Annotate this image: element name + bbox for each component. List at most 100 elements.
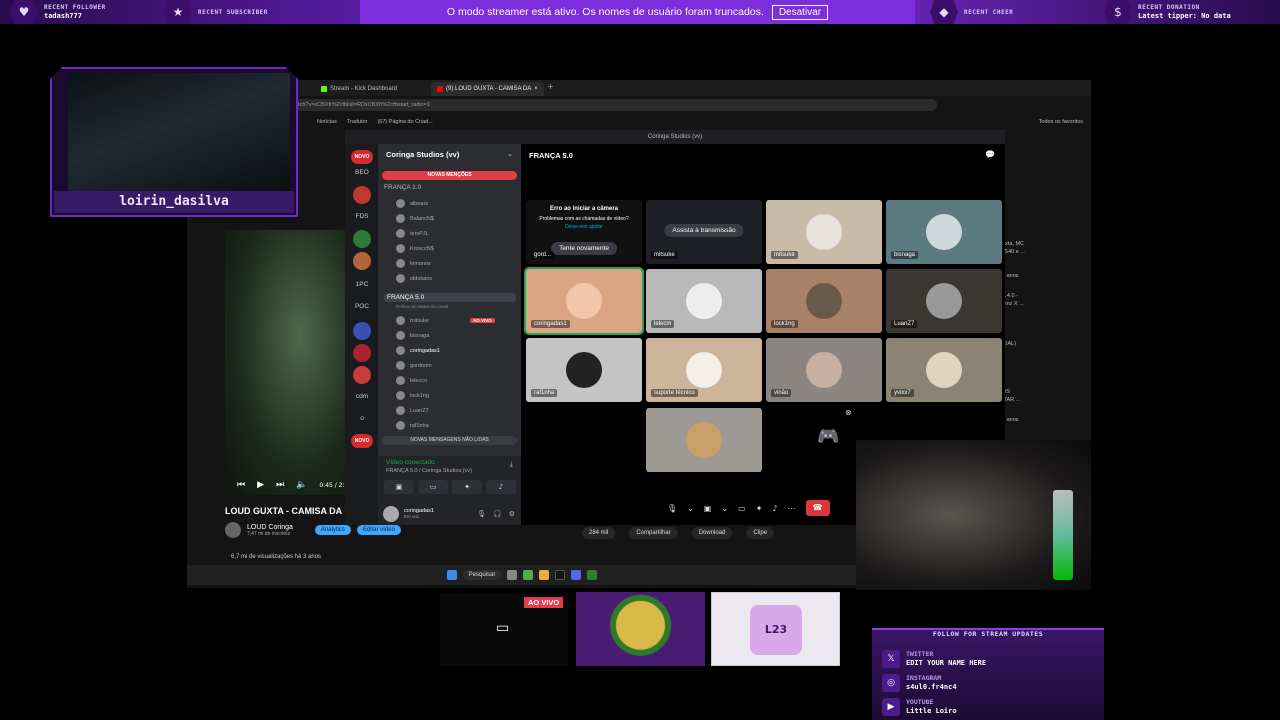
chrome-icon[interactable] — [523, 570, 534, 580]
share-button[interactable]: Compartilhar — [629, 527, 678, 539]
server-icon[interactable] — [353, 230, 371, 248]
chevron-down-icon[interactable]: ⌄ — [507, 150, 513, 158]
like-button[interactable]: 284 mil — [582, 527, 616, 539]
microphone-icon[interactable]: 🎙 — [477, 510, 486, 518]
soundboard-icon[interactable]: ♪ — [486, 480, 516, 494]
server-novo-badge[interactable]: NOVO — [351, 434, 373, 448]
new-messages-pill[interactable]: NOVAS MENSAGENS NÃO LIDAS — [382, 436, 517, 445]
watch-stream-button[interactable]: Assista à transmissão — [664, 224, 744, 237]
voice-member[interactable]: raf1nha — [396, 421, 429, 430]
voice-member[interactable]: gordoom — [396, 361, 432, 370]
all-favorites[interactable]: Todos os favoritos — [1039, 119, 1083, 125]
rec-text[interactable]: mnz X ... — [1002, 300, 1024, 308]
voice-connected-status[interactable]: Vídeo conectado — [386, 459, 435, 466]
download-button[interactable]: Download — [691, 527, 733, 539]
screen-share-icon[interactable]: ▭ — [418, 480, 448, 494]
voice-member[interactable]: mitsuke AO VIVO — [396, 316, 495, 325]
voice-member[interactable]: lelecco — [396, 376, 427, 385]
activity-icon[interactable]: ✦ — [756, 504, 763, 513]
activity-icon[interactable]: ✦ — [452, 480, 482, 494]
voice-channel-franca-5[interactable]: FRANÇA 5.0 — [384, 293, 516, 302]
xbox-icon[interactable] — [587, 570, 598, 580]
video-tile-stream[interactable]: Assista à transmissão mitsuke — [646, 200, 762, 264]
discord-icon[interactable] — [571, 570, 582, 580]
retry-button[interactable]: Tente novamente — [551, 242, 617, 255]
volume-icon[interactable]: 🔈 — [296, 480, 307, 490]
video-tile[interactable]: raf1nha — [526, 338, 642, 402]
server-icon[interactable] — [353, 186, 371, 204]
camera-off-icon[interactable]: ▣ — [384, 480, 414, 494]
tiktok-icon[interactable] — [555, 570, 566, 580]
voice-member[interactable]: LuanZ7 — [396, 406, 429, 415]
server-o[interactable]: o — [351, 412, 373, 426]
server-beo[interactable]: BEO — [351, 166, 373, 180]
chevron-down-icon[interactable]: ⌄ — [721, 504, 728, 513]
rec-text[interactable]: 8540 e ... — [1002, 248, 1025, 256]
server-icon[interactable] — [353, 322, 371, 340]
screen-share-icon[interactable]: ▭ — [738, 504, 746, 513]
rec-text[interactable]: uxta, MC — [1002, 240, 1024, 248]
microphone-icon[interactable]: 🎙 — [667, 504, 677, 513]
server-poc[interactable]: POC — [351, 300, 373, 314]
video-tile[interactable]: lelecm — [646, 269, 762, 333]
voice-member[interactable]: lemonns — [396, 259, 431, 268]
bookmark-noticias[interactable]: Notícias — [317, 119, 337, 125]
voice-member[interactable]: lock1ng — [396, 391, 429, 400]
play-icon[interactable]: ▶ — [257, 480, 264, 490]
server-cdm[interactable]: cdm — [351, 390, 373, 404]
camera-error-link[interactable]: Deixe-nos ajudar — [526, 224, 642, 230]
analytics-button[interactable]: Analytics — [314, 525, 351, 535]
voice-member[interactable]: KrosccN$ — [396, 244, 434, 253]
voice-member[interactable]: coringadas1 — [396, 346, 440, 355]
next-icon[interactable]: ⏭ — [276, 480, 284, 490]
close-tab-icon[interactable]: × — [534, 86, 538, 92]
gear-icon[interactable]: ⚙ — [509, 510, 515, 518]
server-name[interactable]: Coringa Studios (vv) — [386, 150, 459, 159]
folder-icon[interactable] — [539, 570, 550, 580]
edit-video-button[interactable]: Editar vídeo — [356, 525, 401, 535]
clip-button[interactable]: Clipe — [746, 527, 775, 539]
disable-streamer-mode-button[interactable]: Desativar — [771, 4, 829, 20]
voice-channel-franca-1[interactable]: FRANÇA 1.0 — [384, 184, 421, 191]
server-icon[interactable] — [353, 366, 371, 384]
server-1pc[interactable]: 1PC — [351, 278, 373, 292]
video-tile[interactable]: LuanZ7 — [886, 269, 1002, 333]
voice-member[interactable]: oldokaos — [396, 274, 432, 283]
video-tile-camera-error[interactable]: Erro ao iniciar a câmera Problemas com a… — [526, 200, 642, 264]
video-tile-speaking[interactable]: coringadas1 — [524, 267, 644, 335]
server-icon[interactable] — [353, 252, 371, 270]
tab-kick-dashboard[interactable]: Stream - Kick Dashboard — [315, 82, 403, 96]
server-fds[interactable]: FDS — [351, 210, 373, 224]
previous-icon[interactable]: ⏮ — [237, 480, 245, 490]
channel-status[interactable]: Defina um status do canal — [396, 304, 448, 309]
voice-member[interactable]: bisnaga — [396, 331, 429, 340]
user-avatar[interactable] — [383, 505, 399, 522]
chat-icon[interactable]: 💬 — [985, 150, 995, 159]
voice-member[interactable]: BalancN$ — [396, 214, 434, 223]
bookmark-pagina-criador[interactable]: (67) Página do Criad... — [377, 119, 432, 125]
task-view-icon[interactable] — [507, 570, 518, 580]
soundboard-icon[interactable]: ♪ — [772, 504, 777, 513]
tab-youtube-video[interactable]: (9) LOUD GUXTA - CAMISA DA × — [431, 82, 544, 96]
address-bar[interactable]: atch?v=xCBXfr%2cfblist=RDxCBXfr%2cfbstar… — [287, 99, 937, 111]
headphones-icon[interactable]: 🎧 — [493, 510, 502, 518]
camera-off-icon[interactable]: ▣ — [704, 504, 712, 513]
taskbar-search[interactable]: Pesquisar — [462, 570, 502, 580]
video-tile[interactable]: yvixx7 — [886, 338, 1002, 402]
windows-start-icon[interactable] — [446, 570, 457, 580]
new-mentions-pill[interactable]: NOVAS MENÇÕES — [382, 171, 517, 180]
voice-member[interactable]: tersPJL — [396, 229, 429, 238]
video-tile[interactable]: mitsuke — [766, 200, 882, 264]
voice-member[interactable]: albears — [396, 199, 428, 208]
channel-name[interactable]: LOUD Coringa — [247, 524, 293, 531]
chevron-down-icon[interactable]: ⌄ — [687, 504, 694, 513]
video-tile[interactable]: lock1ng — [766, 269, 882, 333]
video-tile[interactable]: vinão — [766, 338, 882, 402]
video-tile[interactable]: bisnaga — [886, 200, 1002, 264]
close-icon[interactable]: ⊗ — [845, 408, 852, 417]
new-tab-icon[interactable]: + — [547, 82, 554, 91]
video-tile[interactable] — [646, 408, 762, 472]
end-call-icon[interactable]: ☎ — [805, 500, 830, 516]
more-icon[interactable]: ⋯ — [788, 504, 796, 513]
server-novo-badge[interactable]: NOVO — [351, 150, 373, 164]
